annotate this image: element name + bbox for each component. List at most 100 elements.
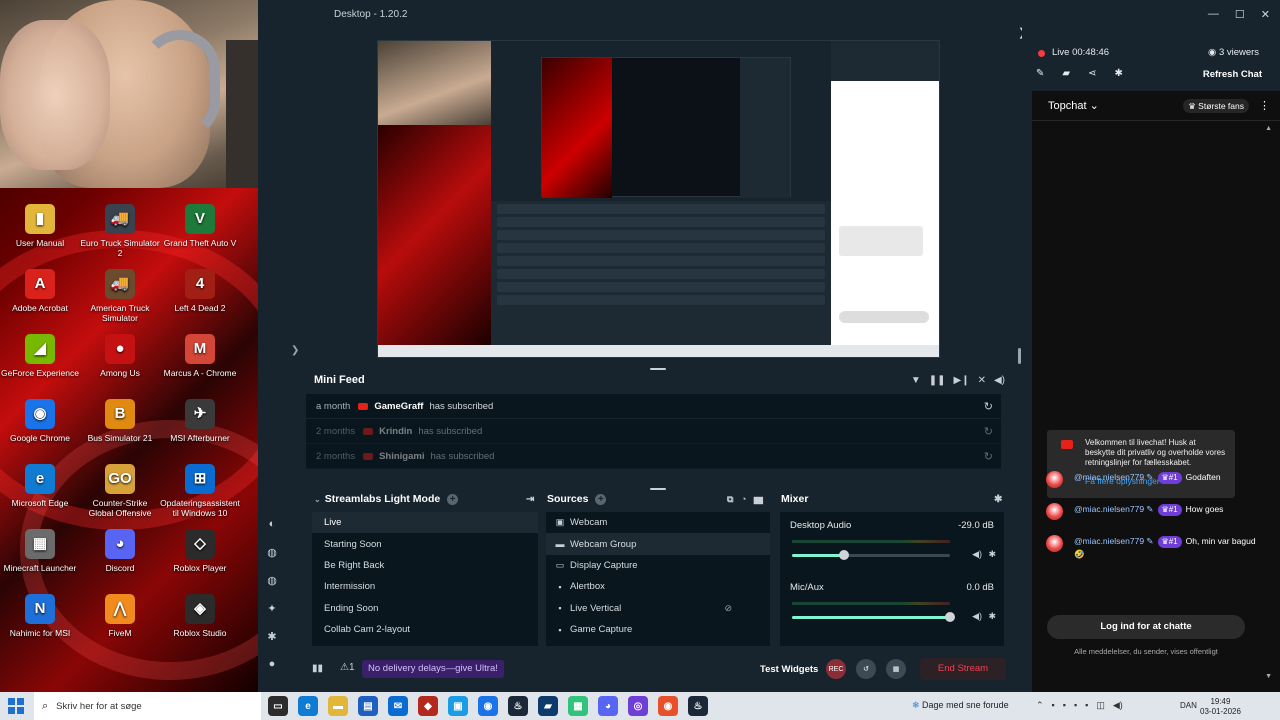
stream-preview[interactable] xyxy=(377,40,940,358)
avatar[interactable] xyxy=(1046,471,1063,488)
controller-icon[interactable]: ◍ xyxy=(258,566,286,594)
scene-transitions-icon[interactable]: ⇥ xyxy=(526,494,534,505)
desktop-icon[interactable]: ✈ MSI Afterburner xyxy=(160,399,240,443)
app-icon[interactable]: ◉ xyxy=(658,696,678,716)
maximize-icon[interactable]: ☐ xyxy=(1235,8,1245,21)
language-indicator[interactable]: DAN xyxy=(1180,701,1197,710)
chevron-right-icon[interactable]: ❯ xyxy=(291,345,299,356)
steam-icon[interactable]: ♨ xyxy=(688,696,708,716)
end-stream-button[interactable]: End Stream xyxy=(920,658,1006,680)
scroll-up-icon[interactable]: ▲ xyxy=(1265,125,1272,132)
magic-icon[interactable]: ✦ xyxy=(258,594,286,622)
desktop-icon[interactable]: 4 Left 4 Dead 2 xyxy=(160,269,240,313)
clock[interactable]: 19:49 03-01-2026 xyxy=(1200,697,1241,717)
channel-settings-icon[interactable]: ✱ xyxy=(988,549,996,560)
source-item[interactable]: ▬ Webcam Group xyxy=(546,533,770,555)
source-item[interactable]: ▪ Game Capture xyxy=(546,619,770,640)
mute-alerts-icon[interactable]: ✕ xyxy=(978,375,986,386)
desktop-icon[interactable]: ◈ Roblox Studio xyxy=(160,594,240,638)
desktop-icon[interactable]: ◇ Roblox Player xyxy=(160,529,240,573)
stream-info-icon[interactable]: ▰ xyxy=(1062,68,1070,79)
repeat-alert-icon[interactable]: ↻ xyxy=(984,450,993,463)
avatar[interactable] xyxy=(1046,535,1063,552)
source-item[interactable]: ▪ Live Vertical ⊘ xyxy=(546,598,770,619)
source-item[interactable]: ▭ Display Capture xyxy=(546,555,770,576)
volume-icon[interactable]: ◀) xyxy=(994,375,1005,386)
desktop-icon[interactable]: B Bus Simulator 21 xyxy=(80,399,160,443)
alert-icon[interactable]: ⚠1 xyxy=(340,662,355,673)
add-scene-icon[interactable]: + xyxy=(447,493,459,505)
app-icon[interactable]: ◆ xyxy=(418,696,438,716)
source-clip-icon[interactable]: ⧉ xyxy=(727,494,733,504)
desktop-icon[interactable]: ⋀ FiveM xyxy=(80,594,160,638)
skip-icon[interactable]: ▶❙ xyxy=(954,375,970,386)
scene-item[interactable]: Intermission xyxy=(312,576,538,597)
windows-start-icon[interactable] xyxy=(8,698,24,714)
desktop-icon[interactable]: V Grand Theft Auto V xyxy=(160,204,240,248)
slider-knob[interactable] xyxy=(945,612,955,622)
pause-icon[interactable]: ❚❚ xyxy=(929,375,946,386)
app-icon[interactable]: ▰ xyxy=(538,696,558,716)
source-item[interactable]: ▣ Webcam xyxy=(546,512,770,533)
preview-resize-handle[interactable] xyxy=(1018,348,1021,364)
scene-item[interactable]: Starting Soon xyxy=(312,533,538,554)
file-explorer-icon[interactable]: ▬ xyxy=(328,696,348,716)
desktop-icon[interactable]: ▮ User Manual xyxy=(0,204,80,248)
scene-collection-name[interactable]: Streamlabs Light Mode xyxy=(325,493,441,505)
app-icon[interactable]: ◎ xyxy=(628,696,648,716)
test-widgets-label[interactable]: Test Widgets xyxy=(760,664,818,675)
photos-icon[interactable]: ▣ xyxy=(448,696,468,716)
scroll-down-icon[interactable]: ▼ xyxy=(1265,673,1272,680)
dock-drag-handle[interactable] xyxy=(650,488,666,490)
record-button[interactable]: REC xyxy=(826,659,846,679)
controller-icon[interactable]: ◍ xyxy=(258,538,286,566)
repeat-alert-icon[interactable]: ↻ xyxy=(984,425,993,438)
slider-knob[interactable] xyxy=(839,550,850,560)
desktop-icon[interactable]: A Adobe Acrobat xyxy=(0,269,80,313)
desktop-icon[interactable]: 🚚 American Truck Simulator xyxy=(80,269,160,323)
message-author[interactable]: @miac.nielsen779 xyxy=(1074,536,1144,546)
add-source-icon[interactable]: + xyxy=(595,493,607,505)
desktop-icon[interactable]: ◉ Google Chrome xyxy=(0,399,80,443)
scene-item[interactable]: Be Right Back xyxy=(312,555,538,576)
desktop-icon[interactable]: ◢ GeForce Experience xyxy=(0,334,80,378)
desktop-icon[interactable]: ● Among Us xyxy=(80,334,160,378)
store-icon[interactable]: ▤ xyxy=(358,696,378,716)
share-icon[interactable]: ⋖ xyxy=(1088,68,1096,79)
folder-icon[interactable]: ▆ xyxy=(754,494,763,504)
tray-app-icon[interactable]: ▪ xyxy=(1074,700,1077,711)
avatar[interactable] xyxy=(1046,503,1063,520)
scene-item[interactable]: Collab Cam 2-layout xyxy=(312,619,538,640)
topchat-dropdown[interactable]: Topchat ⌄ xyxy=(1048,99,1099,112)
close-icon[interactable]: ✕ xyxy=(1261,8,1270,21)
mail-icon[interactable]: ✉ xyxy=(388,696,408,716)
chevron-down-icon[interactable]: ⌄ xyxy=(314,495,321,504)
source-group-icon[interactable]: ◔ xyxy=(741,494,746,504)
message-author[interactable]: @miac.nielsen779 xyxy=(1074,472,1144,482)
repeat-alert-icon[interactable]: ↻ xyxy=(984,400,993,413)
more-options-icon[interactable]: ⋮ xyxy=(1259,99,1270,112)
replay-buffer-icon[interactable]: ↺ xyxy=(856,659,876,679)
tray-app-icon[interactable]: ▪ xyxy=(1085,700,1088,711)
desktop-icon[interactable]: 🚚 Euro Truck Simulator 2 xyxy=(80,204,160,258)
user-icon[interactable]: ● xyxy=(258,650,286,678)
edge-icon[interactable]: e xyxy=(298,696,318,716)
mixer-settings-icon[interactable]: ✱ xyxy=(994,494,1002,505)
schedule-icon[interactable]: ▦ xyxy=(886,659,906,679)
volume-slider[interactable] xyxy=(792,550,950,560)
chrome-icon[interactable]: ◉ xyxy=(478,696,498,716)
discord-icon[interactable]: ◕ xyxy=(598,696,618,716)
scene-item[interactable]: Ending Soon xyxy=(312,598,538,619)
chevron-up-icon[interactable]: ⌃ xyxy=(1036,700,1044,711)
settings-icon[interactable]: ✱ xyxy=(258,622,286,650)
weather-widget[interactable]: ❄ Dage med sne forude xyxy=(912,700,1009,711)
network-icon[interactable]: ◫ xyxy=(1096,700,1105,711)
desktop-icon[interactable]: ⊞ Opdateringsassistent til Windows 10 xyxy=(160,464,240,518)
desktop-icon[interactable]: M Marcus A - Chrome xyxy=(160,334,240,378)
hidden-eye-icon[interactable]: ⊘ xyxy=(724,603,732,614)
chat-settings-icon[interactable]: ✱ xyxy=(1114,68,1122,79)
mute-icon[interactable]: ◀) xyxy=(972,549,982,560)
desktop-icon[interactable]: ◕ Discord xyxy=(80,529,160,573)
refresh-chat-button[interactable]: Refresh Chat xyxy=(1203,69,1262,80)
desktop-icon[interactable]: ▦ Minecraft Launcher xyxy=(0,529,80,573)
